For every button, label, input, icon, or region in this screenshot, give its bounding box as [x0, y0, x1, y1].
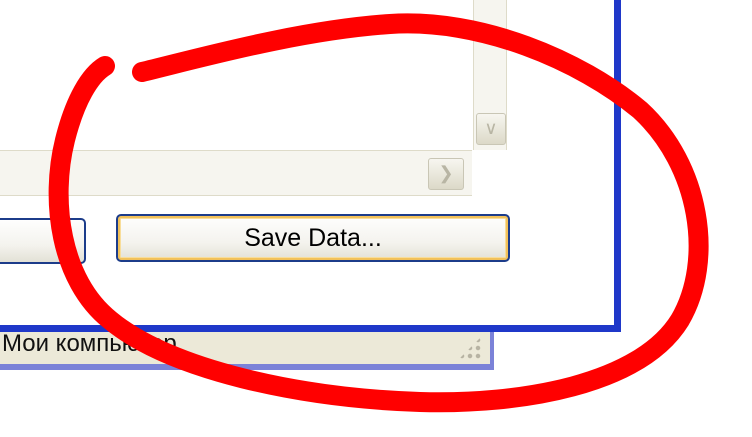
- chevron-down-icon: ∨: [484, 118, 498, 138]
- status-bar: Мои компьютер: [0, 330, 494, 370]
- save-data-button[interactable]: Save Data...: [116, 214, 510, 262]
- status-bar-text: Мои компьютер: [2, 330, 177, 357]
- chevron-right-icon: ❯: [438, 163, 454, 183]
- resize-grip-icon[interactable]: [458, 336, 482, 360]
- scroll-right-button[interactable]: ❯: [428, 158, 464, 190]
- horizontal-scrollbar[interactable]: [0, 150, 472, 196]
- scroll-down-button[interactable]: ∨: [476, 113, 506, 145]
- dialog-button-left[interactable]: [0, 218, 86, 264]
